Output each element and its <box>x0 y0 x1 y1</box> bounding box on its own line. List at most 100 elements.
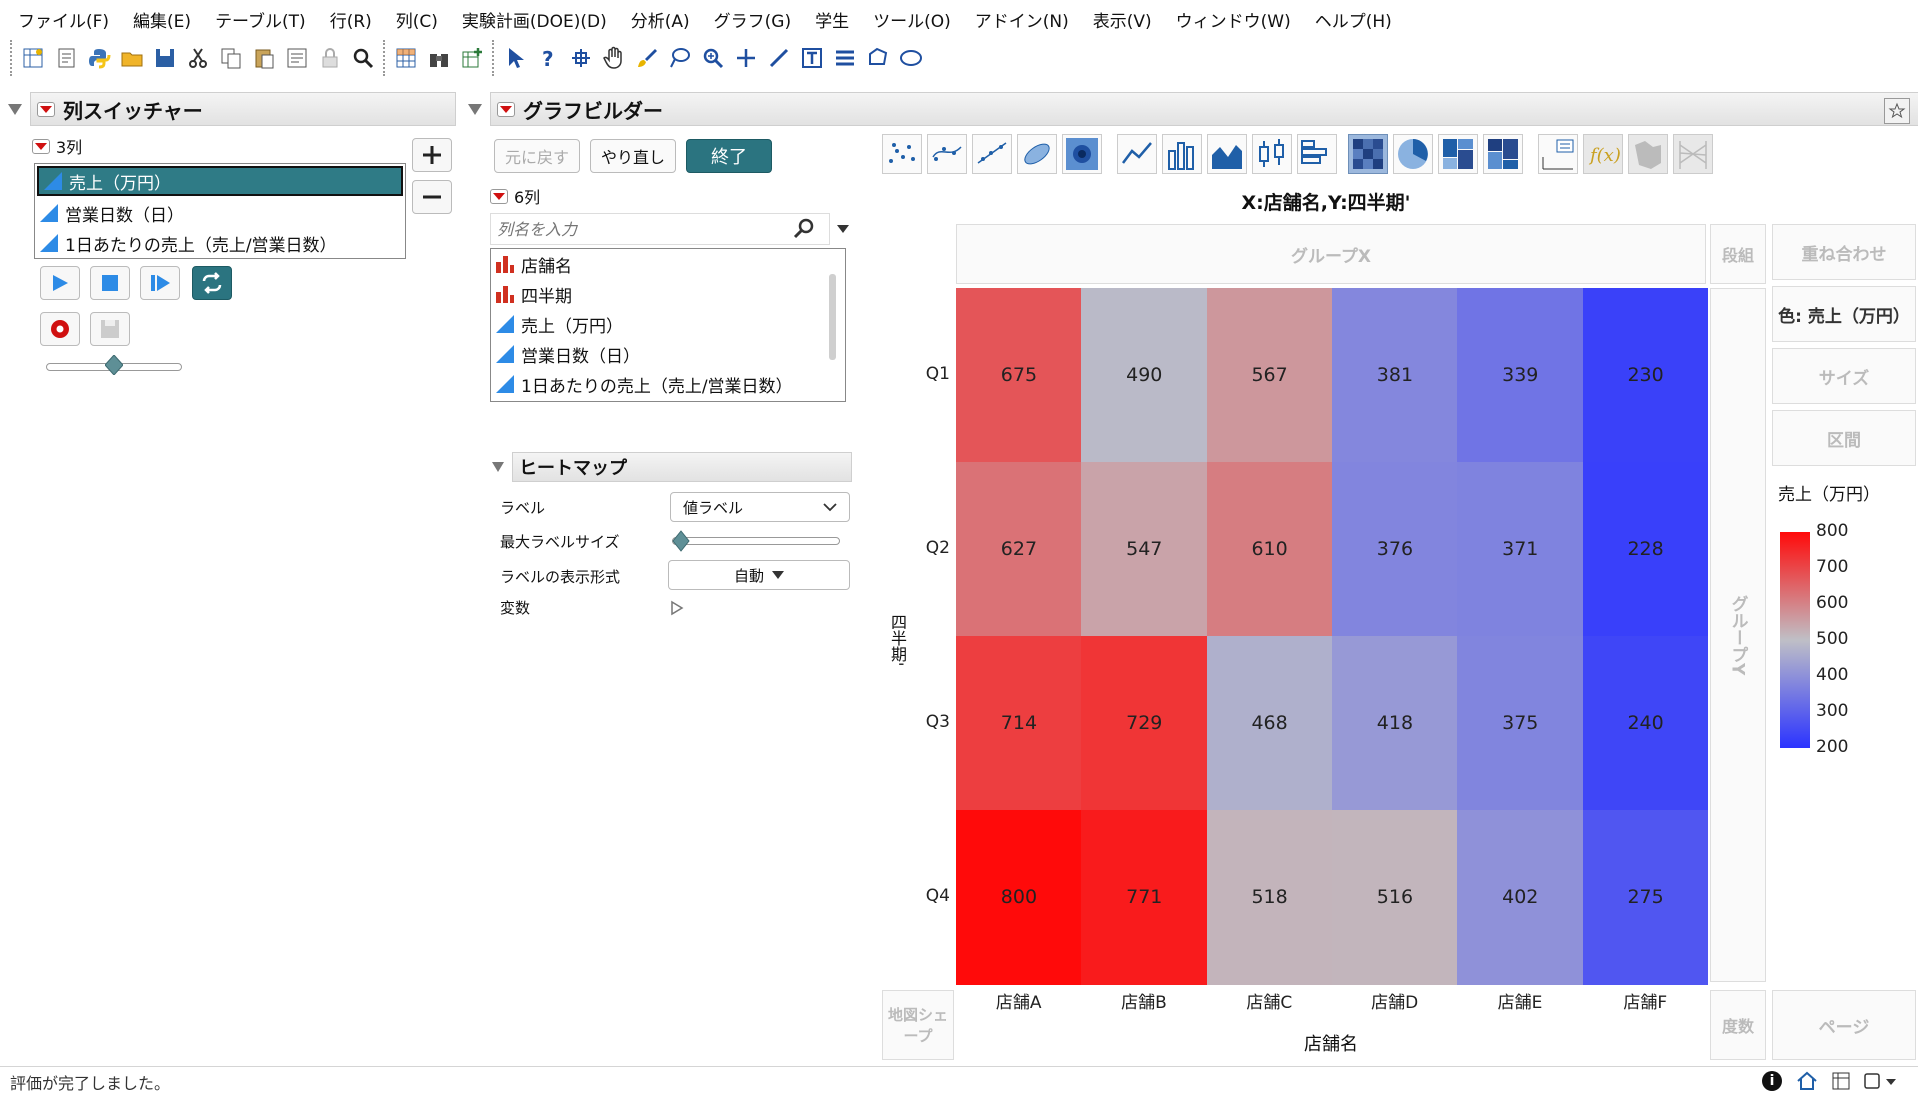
stop-button[interactable] <box>90 266 130 300</box>
hand-icon[interactable] <box>599 44 628 73</box>
column-search-input[interactable] <box>497 219 787 239</box>
done-button[interactable]: 終了 <box>686 139 772 173</box>
contour-element-icon[interactable] <box>1062 134 1102 174</box>
menu-item[interactable]: 表示(V) <box>1081 7 1164 32</box>
plus-icon[interactable] <box>731 44 760 73</box>
red-triangle-menu-icon[interactable] <box>497 101 515 117</box>
interval-zone[interactable]: 区間 <box>1772 410 1916 466</box>
pin-panel-button[interactable] <box>1884 98 1910 124</box>
graph-builder-field-list[interactable]: 店舗名 四半期 売上（万円） 営業日数（日） 1日あたりの売上（売上/営業日数） <box>490 248 846 402</box>
field-list-scrollbar[interactable] <box>829 274 836 360</box>
column-switcher-item[interactable]: 1日あたりの売上（売上/営業日数） <box>35 228 405 258</box>
home-icon[interactable] <box>1796 1071 1818 1091</box>
heatmap-cell[interactable]: 418 <box>1332 636 1458 811</box>
heatmap-cell[interactable]: 230 <box>1582 288 1709 463</box>
crosshair-icon[interactable] <box>566 44 595 73</box>
new-data-table-icon[interactable] <box>18 44 47 73</box>
search-icon[interactable] <box>348 44 377 73</box>
play-button[interactable] <box>40 266 80 300</box>
add-table-icon[interactable] <box>457 44 486 73</box>
column-switcher-item[interactable]: 売上（万円） <box>37 166 403 196</box>
map-shape-zone[interactable]: 地図シェープ <box>882 990 954 1060</box>
menu-item[interactable]: 行(R) <box>318 7 384 32</box>
overlay-zone[interactable]: 重ね合わせ <box>1772 224 1916 280</box>
copy-icon[interactable] <box>216 44 245 73</box>
page-zone[interactable]: ページ <box>1772 990 1916 1060</box>
label-format-button[interactable]: 自動 <box>668 560 850 590</box>
column-count-menu-icon[interactable] <box>32 138 50 154</box>
binoculars-icon[interactable] <box>424 44 453 73</box>
lasso-icon[interactable] <box>665 44 694 73</box>
slider-thumb[interactable] <box>104 354 124 376</box>
field-list-item[interactable]: 四半期 <box>491 279 845 309</box>
menu-item[interactable]: 実験計画(DOE)(D) <box>450 7 619 32</box>
box-plot-element-icon[interactable] <box>1252 134 1292 174</box>
mosaic-element-icon[interactable] <box>1483 134 1523 174</box>
menu-item[interactable]: ヘルプ(H) <box>1303 7 1404 32</box>
heatmap-cell[interactable]: 771 <box>1081 810 1208 985</box>
column-switcher-list[interactable]: 売上（万円） 営業日数（日） 1日あたりの売上（売上/営業日数） <box>34 163 406 259</box>
heatmap-cell[interactable]: 567 <box>1206 288 1333 463</box>
area-element-icon[interactable] <box>1207 134 1247 174</box>
heatmap-cell[interactable]: 675 <box>956 288 1082 463</box>
y-axis-title-zone[interactable]: 四半期' <box>882 600 912 680</box>
bar-element-icon[interactable] <box>1162 134 1202 174</box>
caption-box-element-icon[interactable] <box>1538 134 1578 174</box>
record-button[interactable] <box>40 312 80 346</box>
disclosure-triangle-icon[interactable] <box>468 103 482 115</box>
menu-item[interactable]: ツール(O) <box>861 7 963 32</box>
step-button[interactable] <box>140 266 180 300</box>
variables-expand-icon[interactable] <box>670 600 684 616</box>
menu-item[interactable]: テーブル(T) <box>203 7 318 32</box>
field-list-item[interactable]: 営業日数（日） <box>491 339 845 369</box>
menu-item[interactable]: アドイン(N) <box>963 7 1081 32</box>
x-axis-title[interactable]: 店舗名 <box>956 1030 1706 1056</box>
field-list-item[interactable]: 1日あたりの売上（売上/営業日数） <box>491 369 845 399</box>
heatmap-cell[interactable]: 729 <box>1081 636 1208 811</box>
heatmap-cell[interactable]: 275 <box>1582 810 1709 985</box>
heatmap-cell[interactable]: 547 <box>1081 462 1208 637</box>
heatmap-cell[interactable]: 339 <box>1457 288 1584 463</box>
freq-zone[interactable]: 度数 <box>1710 990 1766 1060</box>
field-list-item[interactable]: 店舗名 <box>491 249 845 279</box>
python-icon[interactable] <box>84 44 113 73</box>
heatmap-cell[interactable]: 468 <box>1206 636 1333 811</box>
menu-item[interactable]: 編集(E) <box>121 7 203 32</box>
formula-element-icon[interactable]: f(x) <box>1583 134 1623 174</box>
heatmap-cell[interactable]: 516 <box>1332 810 1458 985</box>
ellipse-element-icon[interactable] <box>1017 134 1057 174</box>
help-icon[interactable]: ? <box>533 44 562 73</box>
arrow-icon[interactable] <box>500 44 529 73</box>
color-zone[interactable]: 色: 売上（万円） <box>1772 286 1916 342</box>
heatmap-element-icon[interactable] <box>1348 134 1388 174</box>
cut-icon[interactable] <box>183 44 212 73</box>
new-script-icon[interactable] <box>51 44 80 73</box>
menu-item[interactable]: 学生 <box>803 7 861 32</box>
slider-thumb[interactable] <box>672 530 690 552</box>
line-icon[interactable] <box>764 44 793 73</box>
save-icon[interactable] <box>150 44 179 73</box>
undo-button[interactable]: 元に戻す <box>494 139 580 173</box>
redo-button[interactable]: やり直し <box>590 139 676 173</box>
menu-item[interactable]: ウィンドウ(W) <box>1164 7 1303 32</box>
heatmap-plot[interactable]: 675 490 567 381 339 230 627 547 610 376 371 228 714 7… <box>956 288 1709 985</box>
line-of-fit-element-icon[interactable] <box>972 134 1012 174</box>
disclosure-triangle-icon[interactable] <box>492 462 504 472</box>
red-triangle-menu-icon[interactable] <box>37 101 55 117</box>
heatmap-cell[interactable]: 490 <box>1081 288 1208 463</box>
heatmap-cell[interactable]: 518 <box>1206 810 1333 985</box>
heatmap-cell[interactable]: 376 <box>1332 462 1458 637</box>
remove-column-button[interactable] <box>412 180 452 214</box>
parallel-element-icon[interactable] <box>1673 134 1713 174</box>
field-list-menu-icon[interactable] <box>490 188 508 204</box>
ellipse-icon[interactable] <box>896 44 925 73</box>
heatmap-cell[interactable]: 371 <box>1457 462 1584 637</box>
save-script-button[interactable] <box>90 312 130 346</box>
menu-item[interactable]: グラフ(G) <box>702 7 803 32</box>
heatmap-cell[interactable]: 627 <box>956 462 1082 637</box>
heatmap-cell[interactable]: 800 <box>956 810 1082 985</box>
polygon-icon[interactable] <box>863 44 892 73</box>
treemap-element-icon[interactable] <box>1438 134 1478 174</box>
pie-element-icon[interactable] <box>1393 134 1433 174</box>
brush-icon[interactable] <box>632 44 661 73</box>
